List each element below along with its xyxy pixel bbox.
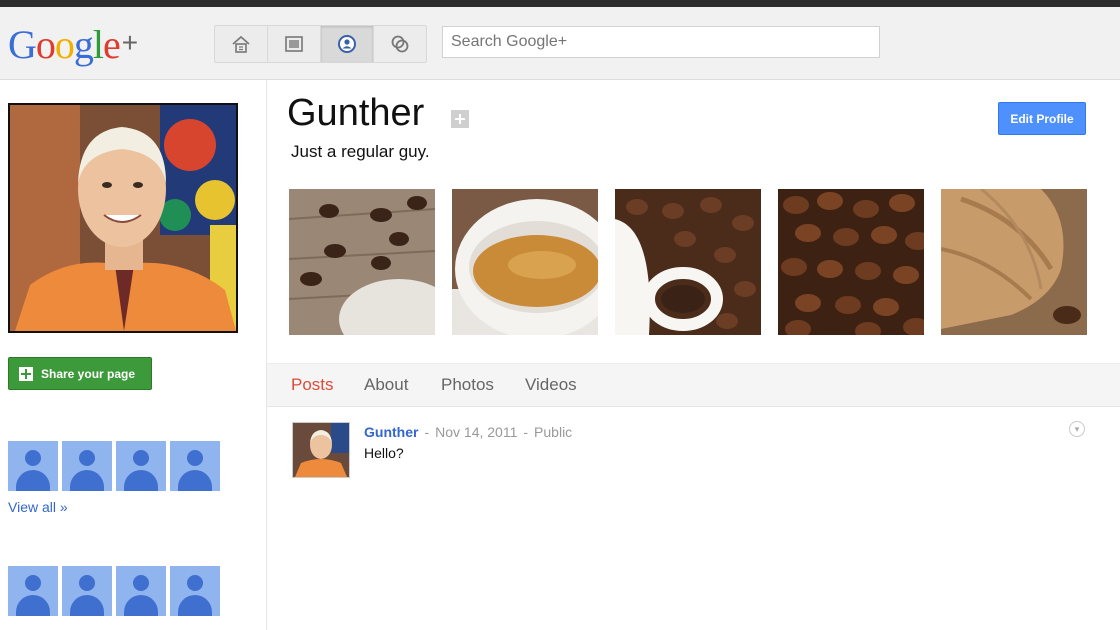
person-placeholder-icon[interactable]: [8, 441, 58, 491]
share-your-page-button[interactable]: Share your page: [8, 357, 152, 390]
profile-photo[interactable]: [8, 103, 238, 333]
logo-letter: G: [8, 22, 37, 67]
person-placeholder-icon[interactable]: [62, 441, 112, 491]
post-body: Hello?: [364, 445, 404, 461]
person-placeholder-icon[interactable]: [170, 441, 220, 491]
profile-tabs: Posts About Photos Videos: [267, 363, 1120, 407]
circles-icon: [391, 35, 409, 53]
post-options-chevron-icon[interactable]: ▾: [1069, 421, 1085, 437]
tab-about[interactable]: About: [364, 375, 408, 395]
profile-photo-image: [10, 105, 236, 331]
header-bar: Google+: [0, 7, 1120, 80]
coffee-photo[interactable]: [452, 189, 598, 335]
plus-icon: [19, 366, 33, 381]
coffee-photo[interactable]: [615, 189, 761, 335]
post-author-avatar[interactable]: [292, 422, 350, 478]
person-placeholder-icon[interactable]: [170, 566, 220, 616]
photo-strip: [289, 189, 1087, 335]
logo-letter: o: [54, 22, 75, 67]
profile-icon: [338, 35, 356, 53]
edit-profile-button[interactable]: Edit Profile: [998, 102, 1086, 135]
post-visibility[interactable]: Public: [534, 424, 572, 440]
person-placeholder-icon[interactable]: [116, 566, 166, 616]
nav-profile-button[interactable]: [321, 26, 374, 62]
coffee-beans-on-wood-image: [289, 189, 435, 335]
post-date[interactable]: Nov 14, 2011: [435, 424, 517, 440]
coffee-photo[interactable]: [941, 189, 1087, 335]
person-placeholder-icon[interactable]: [8, 566, 58, 616]
coffee-photo[interactable]: [289, 189, 435, 335]
meta-separator: -: [424, 424, 430, 440]
browser-top-strip: [0, 0, 1120, 7]
tab-posts[interactable]: Posts: [291, 375, 334, 395]
coffee-photo[interactable]: [778, 189, 924, 335]
nav-photos-button[interactable]: [268, 26, 321, 62]
coffee-cup-image: [452, 189, 598, 335]
tab-videos[interactable]: Videos: [525, 375, 577, 395]
burlap-sack-image: [941, 189, 1087, 335]
nav-circles-button[interactable]: [374, 26, 426, 62]
logo-letter: l: [92, 22, 104, 67]
person-placeholder-icon[interactable]: [116, 441, 166, 491]
logo-letter: +: [121, 27, 138, 58]
logo-letter: o: [35, 22, 56, 67]
photos-icon: [285, 36, 303, 52]
meta-separator: -: [523, 424, 529, 440]
share-button-label: Share your page: [41, 366, 136, 381]
add-to-circles-icon[interactable]: [451, 110, 469, 128]
beans-and-cup-image: [615, 189, 761, 335]
post-author-link[interactable]: Gunther: [364, 424, 418, 440]
roasted-beans-image: [778, 189, 924, 335]
google-plus-logo[interactable]: Google+: [8, 21, 138, 68]
circle-members-row: [8, 566, 220, 616]
view-all-link[interactable]: View all »: [8, 499, 68, 515]
logo-letter: e: [103, 22, 121, 67]
person-placeholder-icon[interactable]: [62, 566, 112, 616]
post-meta: Gunther - Nov 14, 2011- Public: [364, 424, 572, 440]
search-input[interactable]: [442, 26, 880, 58]
home-icon: [232, 35, 250, 53]
nav-home-button[interactable]: [215, 26, 268, 62]
profile-name: Gunther: [287, 92, 425, 134]
circle-members-row: [8, 441, 220, 491]
profile-tagline: Just a regular guy.: [291, 142, 430, 161]
tab-photos[interactable]: Photos: [441, 375, 494, 395]
left-sidebar: Share your page View all »: [0, 80, 267, 630]
post-avatar-image: [293, 423, 349, 477]
main-nav: [214, 25, 427, 63]
logo-letter: g: [73, 22, 94, 67]
